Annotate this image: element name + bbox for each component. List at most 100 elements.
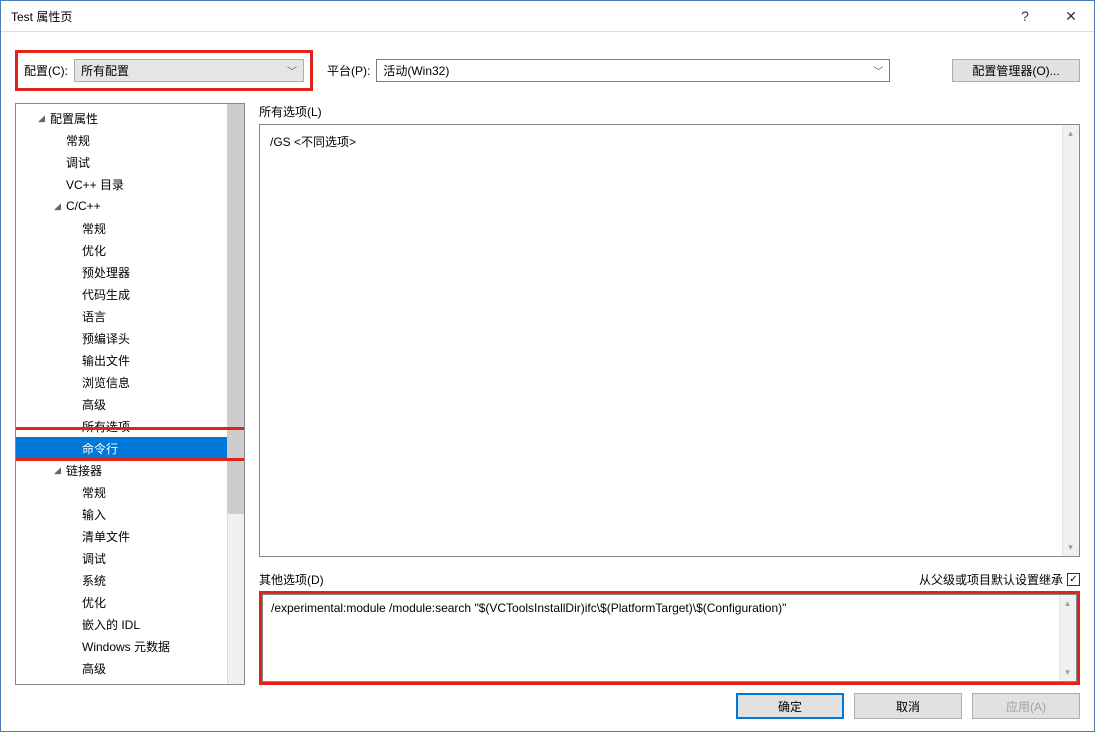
config-manager-label: 配置管理器(O)... xyxy=(972,62,1059,79)
tree-item-23[interactable]: 嵌入的 IDL xyxy=(16,613,244,635)
tree-item-label: 清单文件 xyxy=(82,528,130,545)
tree-item-19[interactable]: 清单文件 xyxy=(16,525,244,547)
all-options-textarea[interactable]: /GS <不同选项> ▴ ▾ xyxy=(259,124,1080,557)
tree-item-11[interactable]: 输出文件 xyxy=(16,349,244,371)
chevron-down-icon: ﹀ xyxy=(287,63,297,78)
all-options-value: /GS <不同选项> xyxy=(270,135,356,149)
right-column: 所有选项(L) /GS <不同选项> ▴ ▾ 其他选项(D) 从父级或项目默认设… xyxy=(259,103,1080,685)
tree-item-3[interactable]: VC++ 目录 xyxy=(16,173,244,195)
other-options-value: /experimental:module /module:search "$(V… xyxy=(271,601,786,615)
apply-label: 应用(A) xyxy=(1006,698,1046,715)
tree-item-16[interactable]: ◢链接器 xyxy=(16,459,244,481)
tree-item-4[interactable]: ◢C/C++ xyxy=(16,195,244,217)
platform-label: 平台(P): xyxy=(327,62,370,79)
ok-label: 确定 xyxy=(778,698,802,715)
tree-item-0[interactable]: ◢配置属性 xyxy=(16,107,244,129)
tree-item-label: 链接器 xyxy=(66,462,102,479)
other-options-scrollbar[interactable]: ▴ ▾ xyxy=(1059,595,1076,681)
tree-item-14[interactable]: 所有选项 xyxy=(16,415,244,437)
config-label: 配置(C): xyxy=(24,62,68,79)
platform-dropdown[interactable]: 活动(Win32) ﹀ xyxy=(376,59,890,82)
tree-scroll-thumb[interactable] xyxy=(227,104,244,514)
tree-item-label: 系统 xyxy=(82,572,106,589)
other-options-label: 其他选项(D) xyxy=(259,571,324,588)
all-options-scrollbar[interactable]: ▴ ▾ xyxy=(1062,125,1079,556)
tree-item-15[interactable]: 命令行 xyxy=(16,437,244,459)
tree-item-label: 输入 xyxy=(82,506,106,523)
tree-item-label: 调试 xyxy=(66,154,90,171)
tree-item-label: 嵌入的 IDL xyxy=(82,616,140,633)
scroll-down-icon[interactable]: ▾ xyxy=(1062,539,1079,556)
cancel-label: 取消 xyxy=(896,698,920,715)
tree-item-label: 命令行 xyxy=(82,440,118,457)
tree-item-label: 常规 xyxy=(82,220,106,237)
dialog-footer: 确定 取消 应用(A) xyxy=(1,681,1094,731)
config-row: 配置(C): 所有配置 ﹀ 平台(P): 活动(Win32) ﹀ 配置管理器(O… xyxy=(1,32,1094,103)
tree-item-9[interactable]: 语言 xyxy=(16,305,244,327)
apply-button[interactable]: 应用(A) xyxy=(972,693,1080,719)
config-dropdown[interactable]: 所有配置 ﹀ xyxy=(74,59,304,82)
config-highlight-box: 配置(C): 所有配置 ﹀ xyxy=(15,50,313,91)
tree-item-1[interactable]: 常规 xyxy=(16,129,244,151)
tree-item-label: C/C++ xyxy=(66,199,101,213)
tree-item-label: 配置属性 xyxy=(50,110,98,127)
tree-item-2[interactable]: 调试 xyxy=(16,151,244,173)
tree-item-label: 高级 xyxy=(82,660,106,677)
tree-item-label: VC++ 目录 xyxy=(66,176,124,193)
tree-item-label: 优化 xyxy=(82,594,106,611)
tree-item-24[interactable]: Windows 元数据 xyxy=(16,635,244,657)
platform-dropdown-value: 活动(Win32) xyxy=(383,62,449,79)
scroll-down-icon[interactable]: ▾ xyxy=(1059,664,1076,681)
tree-item-label: 常规 xyxy=(82,484,106,501)
scroll-up-icon[interactable]: ▴ xyxy=(1062,125,1079,142)
tree-item-label: 预编译头 xyxy=(82,330,130,347)
tree-item-12[interactable]: 浏览信息 xyxy=(16,371,244,393)
tree-item-label: 代码生成 xyxy=(82,286,130,303)
chevron-down-icon: ﹀ xyxy=(873,63,883,78)
window-title: Test 属性页 xyxy=(11,8,1002,25)
tree-item-8[interactable]: 代码生成 xyxy=(16,283,244,305)
main-area: ◢配置属性常规调试VC++ 目录◢C/C++常规优化预处理器代码生成语言预编译头… xyxy=(1,103,1094,685)
tree-item-18[interactable]: 输入 xyxy=(16,503,244,525)
tree-item-label: 输出文件 xyxy=(82,352,130,369)
ok-button[interactable]: 确定 xyxy=(736,693,844,719)
inherit-checkbox[interactable]: ✓ xyxy=(1067,573,1080,586)
other-options-highlight-box: /experimental:module /module:search "$(V… xyxy=(259,591,1080,685)
tree-item-20[interactable]: 调试 xyxy=(16,547,244,569)
tree-item-10[interactable]: 预编译头 xyxy=(16,327,244,349)
tree-item-label: 调试 xyxy=(82,550,106,567)
tree-item-6[interactable]: 优化 xyxy=(16,239,244,261)
tree-item-13[interactable]: 高级 xyxy=(16,393,244,415)
tree-item-label: 浏览信息 xyxy=(82,374,130,391)
tree-item-17[interactable]: 常规 xyxy=(16,481,244,503)
tree-item-label: 常规 xyxy=(66,132,90,149)
tree-item-5[interactable]: 常规 xyxy=(16,217,244,239)
tree-item-22[interactable]: 优化 xyxy=(16,591,244,613)
tree-item-label: 预处理器 xyxy=(82,264,130,281)
tree-item-label: 语言 xyxy=(82,308,106,325)
cancel-button[interactable]: 取消 xyxy=(854,693,962,719)
tree-caret-icon: ◢ xyxy=(54,465,66,476)
config-manager-button[interactable]: 配置管理器(O)... xyxy=(952,59,1080,82)
tree-item-label: 所有选项 xyxy=(82,418,130,435)
tree-caret-icon: ◢ xyxy=(38,113,50,124)
other-options-textarea[interactable]: /experimental:module /module:search "$(V… xyxy=(262,594,1077,682)
tree-item-7[interactable]: 预处理器 xyxy=(16,261,244,283)
tree-scrollbar[interactable] xyxy=(227,104,244,684)
tree-item-21[interactable]: 系统 xyxy=(16,569,244,591)
scroll-up-icon[interactable]: ▴ xyxy=(1059,595,1076,612)
tree-item-25[interactable]: 高级 xyxy=(16,657,244,679)
close-button[interactable]: ✕ xyxy=(1048,1,1094,31)
inherit-wrap: 从父级或项目默认设置继承 ✓ xyxy=(919,571,1080,588)
tree-caret-icon: ◢ xyxy=(54,201,66,212)
inherit-label: 从父级或项目默认设置继承 xyxy=(919,571,1063,588)
help-button[interactable]: ? xyxy=(1002,1,1048,31)
tree-item-label: 高级 xyxy=(82,396,106,413)
tree-item-label: Windows 元数据 xyxy=(82,638,170,655)
titlebar: Test 属性页 ? ✕ xyxy=(1,1,1094,32)
tree-item-label: 优化 xyxy=(82,242,106,259)
all-options-label: 所有选项(L) xyxy=(259,103,1080,120)
config-dropdown-value: 所有配置 xyxy=(81,62,129,79)
other-options-header: 其他选项(D) 从父级或项目默认设置继承 ✓ xyxy=(259,571,1080,588)
tree[interactable]: ◢配置属性常规调试VC++ 目录◢C/C++常规优化预处理器代码生成语言预编译头… xyxy=(16,104,244,682)
